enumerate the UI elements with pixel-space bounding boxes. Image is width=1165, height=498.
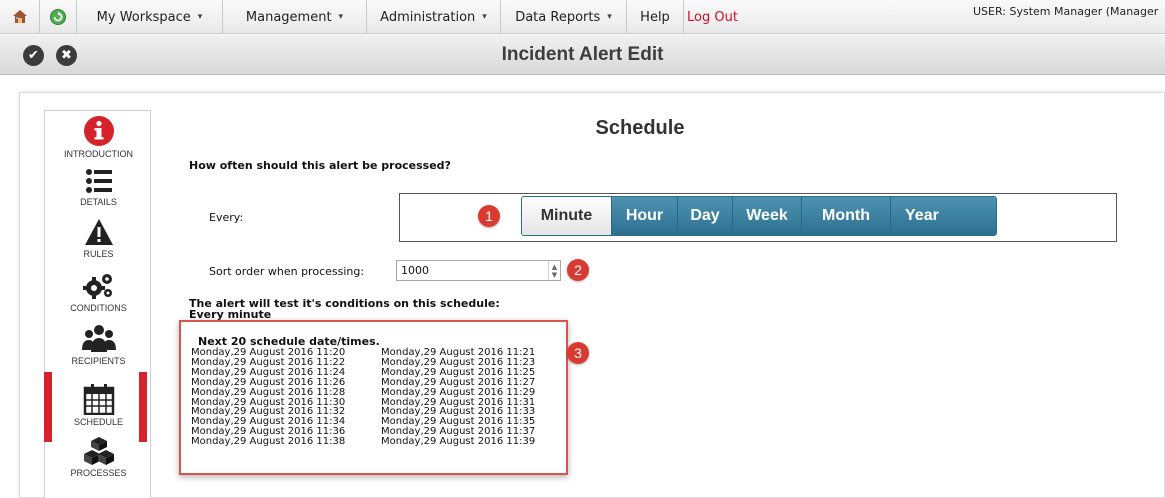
schedule-times-box: Next 20 schedule date/times. Monday,29 A… [179, 320, 568, 475]
callout-marker-1: 1 [478, 205, 500, 227]
menu-data-reports[interactable]: Data Reports ▾ [501, 0, 627, 34]
unit-minute-button[interactable]: Minute [522, 197, 611, 235]
spin-down-icon: ▼ [551, 270, 558, 279]
sidebar-item-rules[interactable]: RULES [45, 217, 152, 259]
callout-marker-2: 2 [567, 259, 589, 281]
active-indicator [44, 372, 52, 442]
chevron-down-icon: ▾ [197, 12, 203, 22]
schedule-times-right: Monday,29 August 2016 11:21 Monday,29 Au… [381, 348, 535, 447]
section-title: Schedule [595, 117, 685, 139]
top-menu-bar: My Workspace ▾ Management ▾ Administration… [0, 0, 1165, 34]
unit-month-button[interactable]: Month [801, 197, 890, 235]
logout-link[interactable]: Log Out [684, 0, 746, 34]
unit-day-button[interactable]: Day [677, 197, 732, 235]
menu-management[interactable]: Management ▾ [223, 0, 367, 34]
spin-up-icon: ▲ [551, 262, 558, 271]
unit-toggle-group: Minute Hour Day Week Month Year [521, 196, 997, 236]
chevron-down-icon: ▾ [338, 12, 344, 22]
refresh-button[interactable] [40, 0, 77, 34]
active-indicator [139, 372, 147, 442]
gears-icon [82, 274, 112, 299]
sidebar-item-label: PROCESSES [70, 468, 127, 478]
sidebar-item-processes[interactable]: PROCESSES [45, 436, 152, 478]
sort-order-spinner[interactable]: ▲ ▼ [548, 261, 560, 280]
menu-administration[interactable]: Administration ▾ [367, 0, 501, 34]
callout-marker-3: 3 [567, 342, 589, 364]
sidebar-item-label: RULES [83, 249, 114, 259]
chevron-down-icon: ▾ [607, 12, 612, 22]
unit-week-button[interactable]: Week [732, 197, 801, 235]
frequency-question: How often should this alert be processed… [189, 159, 451, 172]
sidebar-item-label: CONDITIONS [70, 303, 127, 313]
warning-icon [84, 219, 113, 245]
sidebar: INTRODUCTION DETAILS RULES CONDITIONS RE… [44, 110, 151, 498]
sidebar-item-label: SCHEDULE [73, 417, 123, 427]
users-icon [81, 325, 116, 352]
home-icon[interactable] [0, 0, 40, 34]
every-label: Every: [209, 211, 244, 224]
page-title: Incident Alert Edit [501, 44, 664, 65]
calendar-icon [83, 384, 114, 415]
sidebar-item-label: RECIPIENTS [71, 356, 126, 366]
house-icon [12, 10, 27, 23]
sidebar-item-schedule[interactable]: SCHEDULE [45, 383, 152, 427]
sidebar-item-label: INTRODUCTION [64, 149, 133, 159]
sort-order-label: Sort order when processing: [209, 265, 365, 278]
sidebar-item-recipients[interactable]: RECIPIENTS [45, 324, 152, 366]
menu-my-workspace[interactable]: My Workspace ▾ [77, 0, 223, 34]
sidebar-item-conditions[interactable]: CONDITIONS [45, 271, 152, 313]
schedule-times-left: Monday,29 August 2016 11:20 Monday,29 Au… [191, 348, 345, 447]
sidebar-item-label: DETAILS [80, 197, 117, 207]
sidebar-item-details[interactable]: DETAILS [45, 167, 152, 207]
unit-year-button[interactable]: Year [890, 197, 996, 235]
cubes-icon [83, 437, 114, 465]
schedule-time: Monday,29 August 2016 11:38 [191, 436, 346, 448]
refresh-icon [50, 9, 66, 25]
chevron-down-icon: ▾ [482, 12, 487, 22]
sort-order-input[interactable] [396, 260, 561, 281]
menu-help[interactable]: Help [627, 0, 684, 34]
schedule-time: Monday,29 August 2016 11:39 [381, 436, 536, 448]
list-icon [85, 169, 112, 193]
unit-hour-button[interactable]: Hour [611, 197, 677, 235]
toolbar: ✔ ✖ Incident Alert Edit [0, 35, 1165, 75]
user-label: USER: System Manager (Manager [973, 5, 1159, 18]
